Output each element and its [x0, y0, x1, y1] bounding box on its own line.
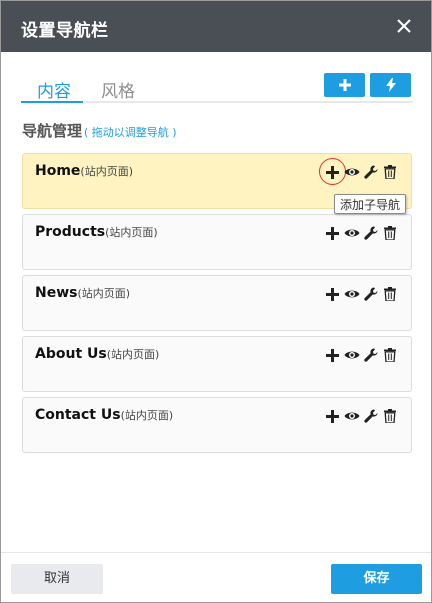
delete-button[interactable] — [380, 285, 399, 303]
plus-icon — [326, 287, 339, 301]
toggle-visibility-button[interactable] — [342, 163, 361, 181]
eye-icon — [344, 349, 360, 361]
wrench-icon — [363, 226, 378, 240]
nav-item[interactable]: Contact Us(站内页面) — [22, 397, 412, 453]
quick-action-button[interactable] — [370, 73, 411, 97]
nav-item-type: (站内页面) — [106, 348, 160, 361]
plus-icon — [326, 165, 339, 179]
nav-item-actions — [323, 285, 399, 303]
edit-button[interactable] — [361, 285, 380, 303]
nav-item-name: Contact Us — [35, 407, 121, 423]
dialog-header: 设置导航栏 — [1, 1, 431, 52]
nav-item-label: About Us(站内页面) — [35, 346, 159, 362]
eye-icon — [344, 410, 360, 422]
wrench-icon — [363, 287, 378, 301]
add-subnav-button[interactable] — [323, 224, 342, 242]
eye-icon — [344, 166, 360, 178]
plus-icon — [338, 79, 351, 91]
tab-style[interactable]: 风格 — [101, 77, 135, 102]
eye-icon — [344, 227, 360, 239]
plus-icon — [326, 409, 339, 423]
delete-button[interactable] — [380, 346, 399, 364]
add-nav-button[interactable] — [324, 73, 365, 97]
trash-icon — [383, 165, 396, 179]
toggle-visibility-button[interactable] — [342, 407, 361, 425]
nav-item-name: About Us — [35, 346, 107, 362]
dialog-footer: 取消 保存 — [1, 552, 431, 602]
nav-item-label: Contact Us(站内页面) — [35, 407, 173, 423]
nav-item-label: Products(站内页面) — [35, 224, 158, 240]
nav-item-actions — [323, 407, 399, 425]
save-button[interactable]: 保存 — [331, 564, 422, 594]
edit-button[interactable] — [361, 163, 380, 181]
trash-icon — [383, 409, 396, 423]
wrench-icon — [363, 348, 378, 362]
plus-icon — [326, 348, 339, 362]
section-title-text: 导航管理 — [22, 122, 83, 140]
nav-item[interactable]: Products(站内页面) — [22, 214, 412, 270]
nav-item-label: News(站内页面) — [35, 285, 130, 301]
toggle-visibility-button[interactable] — [342, 346, 361, 364]
cancel-button[interactable]: 取消 — [11, 564, 103, 594]
active-tab-indicator — [21, 101, 83, 103]
delete-button[interactable] — [380, 224, 399, 242]
nav-item-name: Products — [35, 224, 106, 240]
edit-button[interactable] — [361, 346, 380, 364]
close-icon — [397, 19, 411, 33]
section-hint: ( 拖动以调整导航 ) — [84, 126, 177, 139]
delete-button[interactable] — [380, 407, 399, 425]
add-subnav-button[interactable] — [323, 407, 342, 425]
nav-item-actions — [323, 346, 399, 364]
nav-item-label: Home(站内页面) — [35, 163, 133, 179]
edit-button[interactable] — [361, 407, 380, 425]
add-subnav-button[interactable] — [323, 346, 342, 364]
add-subnav-button[interactable] — [323, 285, 342, 303]
nav-item-actions — [323, 224, 399, 242]
delete-button[interactable] — [380, 163, 399, 181]
nav-item-type: (站内页面) — [80, 165, 134, 178]
dialog-title: 设置导航栏 — [21, 21, 109, 41]
add-subnav-button[interactable] — [319, 158, 346, 185]
trash-icon — [383, 348, 396, 362]
nav-item[interactable]: About Us(站内页面) — [22, 336, 412, 392]
close-button[interactable] — [389, 11, 419, 41]
toggle-visibility-button[interactable] — [342, 285, 361, 303]
nav-item-name: Home — [35, 163, 81, 179]
wrench-icon — [363, 409, 378, 423]
plus-icon — [326, 226, 339, 240]
wrench-icon — [363, 165, 378, 179]
nav-item-actions — [319, 158, 399, 185]
tab-content[interactable]: 内容 — [37, 77, 71, 102]
lightning-icon — [385, 78, 396, 92]
section-title: 导航管理( 拖动以调整导航 ) — [22, 120, 177, 141]
nav-item[interactable]: News(站内页面) — [22, 275, 412, 331]
trash-icon — [383, 287, 396, 301]
nav-item-type: (站内页面) — [105, 226, 158, 239]
nav-item-type: (站内页面) — [120, 409, 174, 422]
eye-icon — [344, 288, 360, 300]
nav-item-name: News — [35, 285, 78, 301]
edit-button[interactable] — [361, 224, 380, 242]
trash-icon — [383, 226, 396, 240]
tooltip: 添加子导航 — [334, 194, 407, 214]
toggle-visibility-button[interactable] — [342, 224, 361, 242]
navigation-settings-dialog: 设置导航栏 内容 风格 导航管理( 拖动以调整导航 ) Home(站内页面) Pr… — [0, 0, 432, 603]
nav-item-type: (站内页面) — [77, 287, 131, 300]
